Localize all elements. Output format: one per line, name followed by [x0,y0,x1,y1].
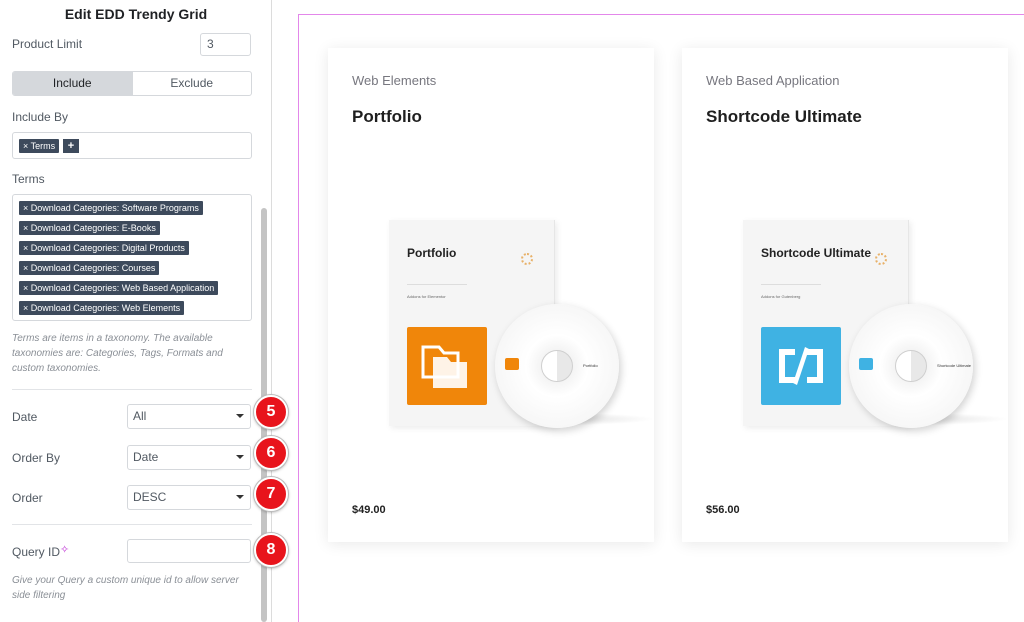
product-card[interactable]: Web Elements Portfolio Portfolio Addons … [328,48,655,542]
product-category[interactable]: Web Elements [352,73,436,88]
order-by-label: Order By [12,451,61,465]
shortcode-icon [761,327,841,405]
box-subtitle: Addons for Gutenberg [761,294,801,299]
shortcode-icon [859,358,873,370]
step-badge-7: 7 [254,477,288,511]
dynamic-tags-icon[interactable]: ✧ [60,544,72,556]
emblem-icon [521,253,533,265]
chevron-down-icon [236,495,244,499]
step-badge-6: 6 [254,436,288,470]
terms-help-text: Terms are items in a taxonomy. The avail… [12,333,223,374]
product-card[interactable]: Web Based Application Shortcode Ultimate… [682,48,1009,542]
box-title: Portfolio [407,246,457,260]
folder-icon [407,327,487,405]
chevron-down-icon [236,455,244,459]
term-tag[interactable]: × Download Categories: E-Books [19,221,160,235]
chevron-down-icon [236,414,244,418]
product-disc: Portfolio [495,304,619,428]
include-button[interactable]: Include [13,72,133,95]
product-category[interactable]: Web Based Application [706,73,839,88]
disc-label: Shortcode Ultimate [937,363,972,368]
product-title[interactable]: Portfolio [352,107,422,127]
product-disc: Shortcode Ultimate [849,304,973,428]
term-tag[interactable]: × Download Categories: Software Programs [19,201,203,215]
step-badge-5: 5 [254,395,288,429]
order-select[interactable]: DESC [127,485,251,510]
product-price: $56.00 [706,504,740,516]
term-tag[interactable]: × Download Categories: Web Elements [19,301,185,315]
term-tag[interactable]: × Download Categories: Web Based Applica… [19,281,219,295]
query-id-input[interactable] [127,539,251,563]
date-label: Date [12,410,38,424]
disc-hole [895,350,927,382]
term-tag[interactable]: × Download Categories: Digital Products [19,241,189,255]
box-subtitle: Addons for Elementor [407,294,446,299]
term-tag[interactable]: × Download Categories: Courses [19,261,160,275]
date-select-value: All [133,409,147,423]
box-title: Shortcode Ultimate [761,246,872,260]
disc-label: Portfolio [583,363,598,368]
product-limit-label: Product Limit [12,37,83,51]
editor-panel: Edit EDD Trendy Grid Product Limit 3 Inc… [0,0,272,622]
section-divider [12,524,252,525]
folder-icon [505,358,519,370]
panel-title: Edit EDD Trendy Grid [64,6,208,22]
box-divider [761,284,821,285]
add-include-by-button[interactable]: + [63,139,79,153]
product-price: $49.00 [352,504,386,516]
include-by-label: Include By [12,110,69,124]
include-exclude-toggle: Include Exclude [12,71,252,96]
order-select-value: DESC [133,490,167,504]
date-select[interactable]: All [127,404,251,429]
box-divider [407,284,467,285]
terms-field[interactable]: × Download Categories: Software Programs… [12,194,252,321]
product-limit-input[interactable]: 3 [200,33,251,56]
query-id-label: Query ID [12,545,61,559]
order-by-select-value: Date [133,450,159,464]
section-divider [12,389,252,390]
query-id-help-text: Give your Query a custom unique id to al… [12,575,239,601]
step-badge-8: 8 [254,533,288,567]
product-image[interactable]: Shortcode Ultimate Addons for Gutenberg … [743,220,1009,430]
order-label: Order [12,491,43,505]
include-by-tag-terms[interactable]: × Terms [19,139,60,153]
product-image[interactable]: Portfolio Addons for Elementor Portfolio [389,220,655,430]
terms-label: Terms [12,172,45,186]
product-title[interactable]: Shortcode Ultimate [706,107,862,127]
exclude-button[interactable]: Exclude [133,72,252,95]
disc-hole [541,350,573,382]
include-by-field[interactable]: × Terms + [12,132,252,159]
order-by-select[interactable]: Date [127,445,251,470]
emblem-icon [875,253,887,265]
